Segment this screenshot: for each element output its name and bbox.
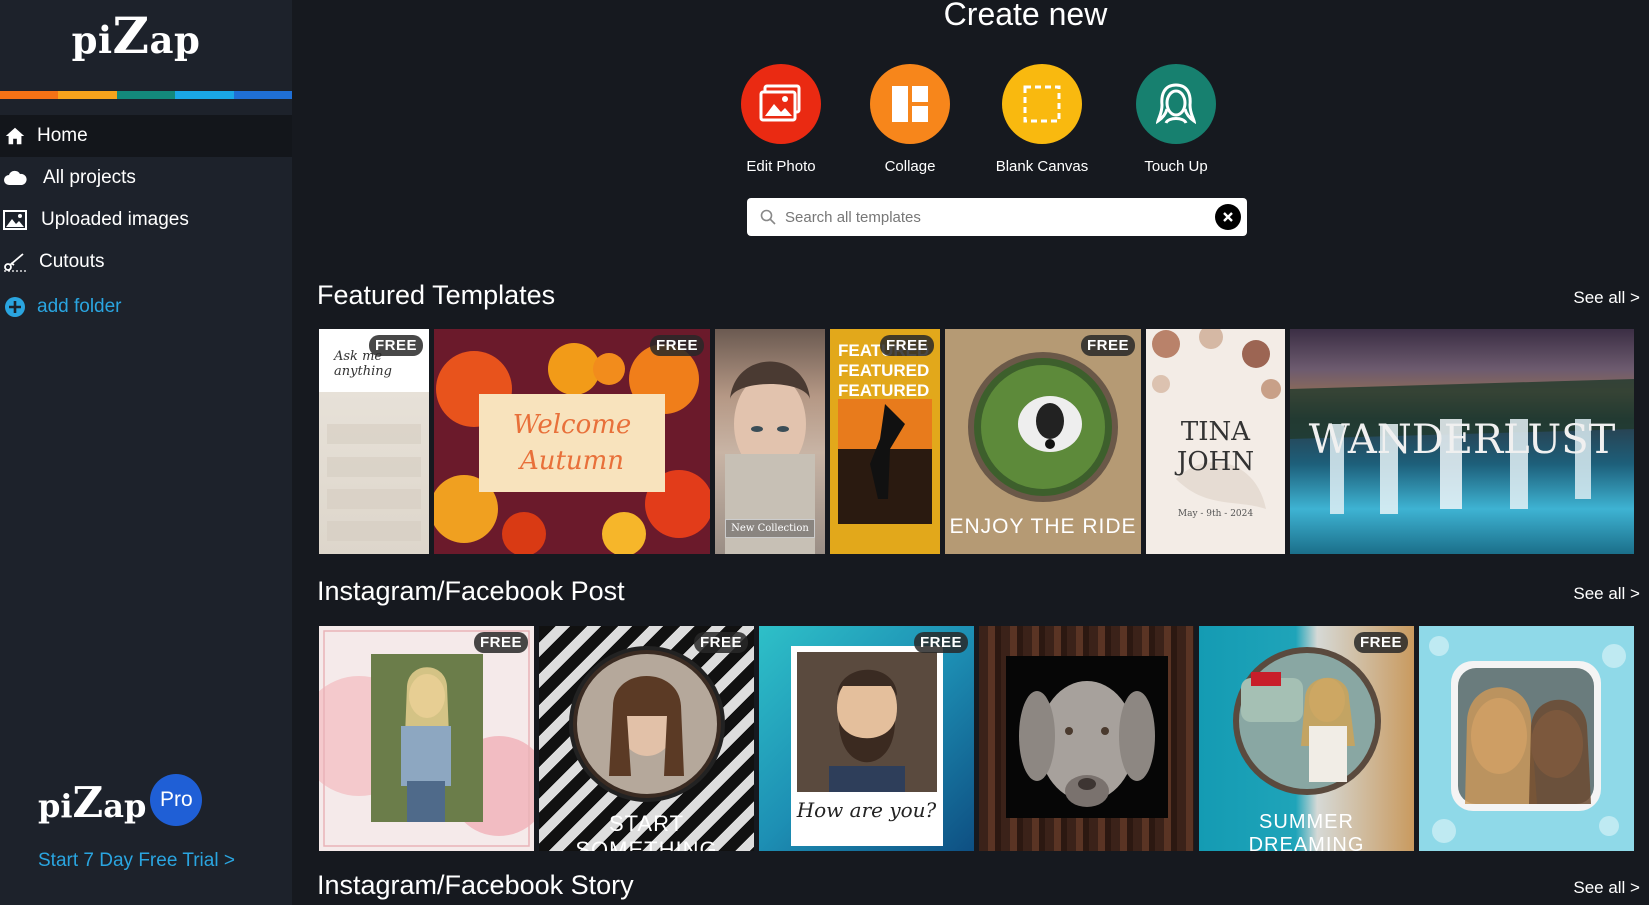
template-tile[interactable]	[979, 626, 1194, 851]
template-caption: TINA JOHN	[1176, 417, 1255, 477]
sidebar: piZap Home All projects Uploaded images	[0, 0, 293, 905]
cloud-icon	[3, 166, 27, 190]
template-tile[interactable]	[1419, 626, 1634, 851]
free-badge: FREE	[368, 335, 423, 356]
pro-badge: Pro	[150, 773, 203, 826]
plus-circle-icon	[3, 295, 27, 319]
see-all-featured-link[interactable]: See all >	[1573, 288, 1640, 308]
template-caption: ENJOY THE RIDE	[949, 515, 1137, 538]
template-preview	[1429, 636, 1626, 843]
template-tile[interactable]: SUMMER DREAMING FREE	[1199, 626, 1414, 851]
search-icon	[755, 209, 781, 225]
template-caption: WANDERLUST	[1308, 417, 1616, 463]
sidebar-item-label: Home	[37, 125, 88, 146]
touch-up-label: Touch Up	[1144, 158, 1208, 175]
template-caption: SUMMER DREAMING	[1248, 811, 1365, 851]
template-caption: Welcome Autumn	[512, 410, 632, 476]
blank-canvas-label: Blank Canvas	[995, 158, 1089, 175]
image-icon	[3, 208, 27, 232]
create-new-title: Create new	[943, 0, 1108, 32]
clear-search-icon[interactable]	[1215, 204, 1241, 230]
blank-canvas-button[interactable]: Blank Canvas	[982, 64, 1102, 175]
section-title-instagram-story: Instagram/Facebook Story	[317, 870, 634, 900]
free-badge: FREE	[913, 632, 968, 653]
free-badge: FREE	[473, 632, 528, 653]
sidebar-item-label: Cutouts	[39, 251, 105, 272]
template-preview	[319, 630, 534, 847]
section-title-instagram-post: Instagram/Facebook Post	[317, 576, 625, 606]
add-folder-label: add folder	[37, 296, 122, 317]
add-folder-button[interactable]: add folder	[0, 287, 292, 327]
free-badge: FREE	[879, 335, 934, 356]
sidebar-item-label: Uploaded images	[41, 209, 189, 230]
see-all-instagram-story-link[interactable]: See all >	[1573, 878, 1640, 898]
featured-templates-row: Ask me anything FREE Welcome Autumn FREE…	[319, 329, 1644, 554]
instagram-post-row: FREE START SOMETHING FREE How are you? F…	[319, 626, 1644, 851]
template-tile[interactable]: START SOMETHING FREE	[539, 626, 754, 851]
template-date: May - 9th - 2024	[1177, 509, 1254, 519]
sidebar-item-all-projects[interactable]: All projects	[0, 157, 292, 199]
photo-icon	[741, 64, 821, 144]
free-badge: FREE	[649, 335, 704, 356]
brand-color-bar	[0, 91, 293, 99]
pizap-pro-logo: piZap Pro	[38, 773, 203, 827]
face-icon	[1136, 64, 1216, 144]
search-input[interactable]	[785, 208, 1215, 226]
edit-photo-label: Edit Photo	[746, 158, 816, 175]
collage-icon	[870, 64, 950, 144]
sidebar-item-home[interactable]: Home	[0, 115, 292, 157]
template-tile[interactable]: TINA JOHN May - 9th - 2024	[1146, 329, 1285, 554]
template-tile[interactable]: ENJOY THE RIDE FREE	[945, 329, 1141, 554]
template-preview	[1006, 656, 1168, 818]
pizap-logo[interactable]: piZap	[0, 6, 272, 65]
template-search-bar	[747, 198, 1247, 236]
app-window: piZap Home All projects Uploaded images	[0, 0, 1649, 905]
template-tile[interactable]: FEATUREDFEATUREDFEATURED FREE	[830, 329, 940, 554]
collage-label: Collage	[884, 158, 936, 175]
see-all-instagram-post-link[interactable]: See all >	[1573, 584, 1640, 604]
free-badge: FREE	[1080, 335, 1135, 356]
template-tile[interactable]: Ask me anything FREE	[319, 329, 429, 554]
home-icon	[3, 124, 27, 148]
template-caption: START SOMETHING	[575, 811, 718, 851]
free-trial-link[interactable]: Start 7 Day Free Trial >	[38, 850, 235, 872]
template-tile[interactable]: Welcome Autumn FREE	[434, 329, 710, 554]
template-tile[interactable]: WANDERLUST	[1290, 329, 1634, 554]
main-content: Create new Edit Photo Collage Blank Canv…	[292, 0, 1649, 905]
template-tile[interactable]: FREE	[319, 626, 534, 851]
template-caption: New Collection	[725, 519, 815, 538]
sidebar-item-label: All projects	[43, 167, 136, 188]
sidebar-item-uploaded-images[interactable]: Uploaded images	[0, 199, 292, 241]
free-badge: FREE	[693, 632, 748, 653]
sidebar-item-cutouts[interactable]: Cutouts	[0, 241, 292, 283]
template-tile[interactable]: How are you? FREE	[759, 626, 974, 851]
template-caption: How are you?	[796, 798, 937, 822]
touch-up-button[interactable]: Touch Up	[1116, 64, 1236, 175]
collage-button[interactable]: Collage	[850, 64, 970, 175]
scissors-icon	[3, 250, 27, 274]
edit-photo-button[interactable]: Edit Photo	[721, 64, 841, 175]
template-tile[interactable]: New Collection	[715, 329, 825, 554]
blank-canvas-icon	[1002, 64, 1082, 144]
section-title-featured: Featured Templates	[317, 280, 556, 310]
free-badge: FREE	[1353, 632, 1408, 653]
